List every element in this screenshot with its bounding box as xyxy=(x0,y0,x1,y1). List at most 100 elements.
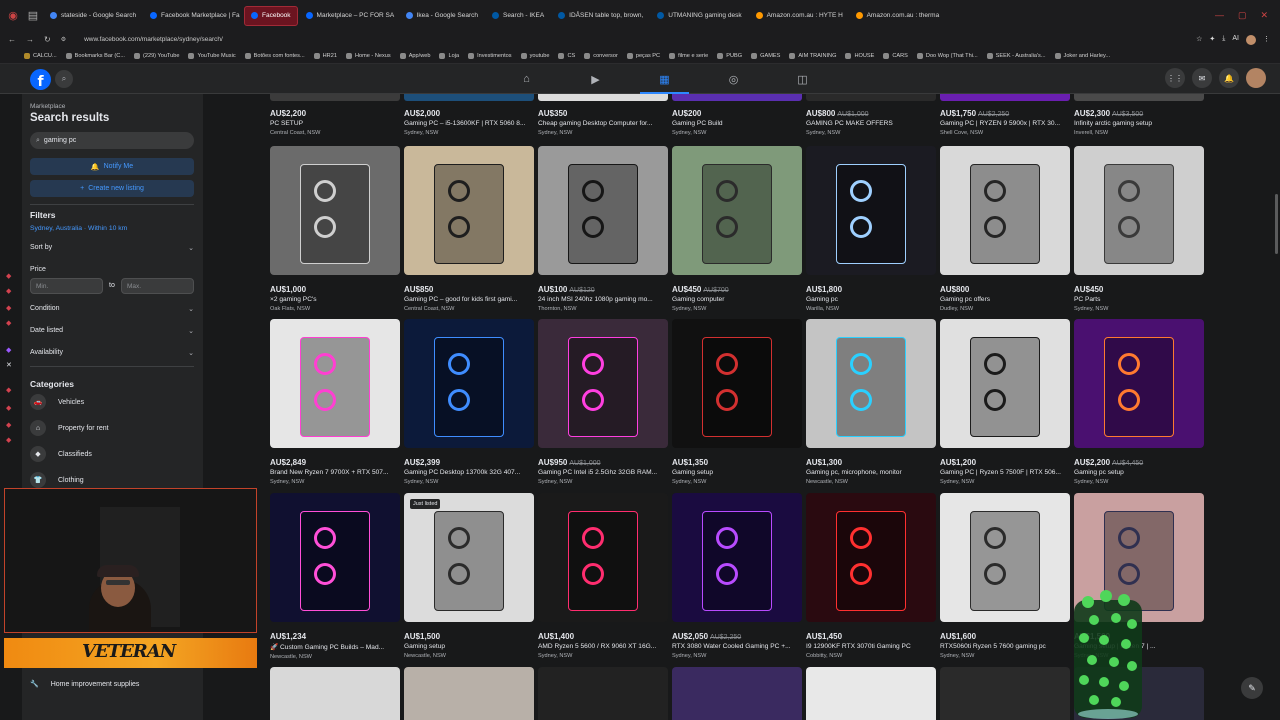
listing-card[interactable]: AU$2,200 AU$4,450 Gaming pc setup Sydney, N… xyxy=(1074,319,1204,485)
twitch-icon[interactable]: ◆ xyxy=(6,346,11,354)
bookmark-star-icon[interactable]: ☆ xyxy=(1196,35,1202,45)
messenger-icon[interactable]: ✉ xyxy=(1192,68,1212,88)
listing-image[interactable] xyxy=(1074,94,1204,101)
listing-card[interactable]: AU$2,849 Brand New Ryzen 7 9700X + RTX 50… xyxy=(270,319,400,485)
bookmark-item[interactable]: CARS xyxy=(883,52,908,59)
gaming-icon[interactable]: ◫ xyxy=(768,64,837,94)
groups-icon[interactable]: ◎ xyxy=(699,64,768,94)
strip-icon[interactable]: ◆ xyxy=(6,287,11,295)
listing-image[interactable] xyxy=(940,319,1070,448)
facebook-logo-icon[interactable]: f xyxy=(30,69,51,90)
bookmark-item[interactable]: (229) YouTube xyxy=(133,52,179,59)
strip-icon[interactable]: ◆ xyxy=(6,319,11,327)
browser-tab[interactable]: Amazon.com.au : therma xyxy=(850,6,946,26)
strip-icon[interactable]: ◆ xyxy=(6,436,11,444)
listing-card[interactable]: AU$1,200 Gaming PC | Ryzen 5 7500F | RTX … xyxy=(940,319,1070,485)
bookmark-item[interactable]: HOUSE xyxy=(845,52,874,59)
bookmark-item[interactable]: Loja xyxy=(439,52,459,59)
bookmark-item[interactable]: Bookmarks Bar (C... xyxy=(65,52,125,59)
maximize-icon[interactable]: ▢ xyxy=(1238,10,1247,21)
listing-image[interactable] xyxy=(806,493,936,622)
close-icon[interactable]: ✕ xyxy=(1260,10,1268,21)
listing-image[interactable]: Just listed xyxy=(404,493,534,622)
browser-tab[interactable]: Marketplace – PC FOR SA xyxy=(300,6,398,26)
breadcrumb[interactable]: Marketplace xyxy=(30,103,65,110)
profile-avatar[interactable] xyxy=(1246,34,1256,45)
listing-image[interactable] xyxy=(538,146,668,275)
listing-card[interactable]: AU$950 AU$1,000 Gaming PC Intel i5 2.5Ghz … xyxy=(538,319,668,485)
category-item[interactable]: ◆ Classifieds xyxy=(30,446,92,462)
bookmark-item[interactable]: AIM TRAINING xyxy=(789,52,836,59)
location-filter[interactable]: Sydney, Australia · Within 10 km xyxy=(30,225,127,232)
browser-tab[interactable]: IDÅSEN table top, brown, xyxy=(552,6,649,26)
listing-card[interactable]: AU$1,750 AU$2,250 Gaming PC | RYZEN 9 5900… xyxy=(940,94,1070,136)
listing-image[interactable] xyxy=(940,94,1070,101)
listing-image[interactable] xyxy=(404,667,534,720)
url-field[interactable]: www.facebook.com/marketplace/sydney/sear… xyxy=(84,36,223,43)
bookmark-item[interactable]: filme e serie xyxy=(669,52,708,59)
site-info-icon[interactable]: ⚙ xyxy=(61,36,66,43)
availability-dropdown[interactable]: Availability ⌄ xyxy=(30,349,194,357)
listing-image[interactable] xyxy=(270,94,400,101)
listing-card[interactable]: AU$450 PC Parts Sydney, NSW xyxy=(1074,146,1204,312)
listing-image[interactable] xyxy=(806,146,936,275)
category-item[interactable]: 👕 Clothing xyxy=(30,472,84,488)
bookmark-item[interactable]: HR21 xyxy=(313,52,337,59)
bookmark-item[interactable]: peças PC xyxy=(626,52,660,59)
listing-card[interactable]: AU$2,200 PC SETUP Central Coast, NSW xyxy=(270,94,400,136)
category-item[interactable]: ⌂ Property for rent xyxy=(30,420,109,436)
category-item[interactable]: 🚗 Vehicles xyxy=(30,394,84,410)
compose-icon[interactable]: ✎ xyxy=(1241,677,1263,699)
strip-icon[interactable]: ◆ xyxy=(6,421,11,429)
bookmark-item[interactable]: CALCU... xyxy=(24,52,57,59)
listing-image[interactable] xyxy=(538,94,668,101)
video-icon[interactable]: ▶ xyxy=(561,64,630,94)
listing-card[interactable]: AU$1,450 I9 12900KF RTX 3070ti Gaming PC C… xyxy=(806,493,936,659)
back-icon[interactable]: ← xyxy=(8,35,16,44)
search-icon[interactable]: ⌕ xyxy=(55,70,73,88)
strip-icon[interactable]: ◆ xyxy=(6,386,11,394)
listing-image[interactable] xyxy=(404,94,534,101)
browser-tab[interactable]: Search - IKEA xyxy=(486,6,550,26)
tab-actions-icon[interactable]: ▤ xyxy=(24,7,42,25)
listing-image[interactable] xyxy=(672,146,802,275)
listing-card[interactable]: AU$450 AU$700 Gaming computer Sydney, NSW xyxy=(672,146,802,312)
price-min-input[interactable]: Min. xyxy=(30,278,103,294)
reload-icon[interactable]: ↻ xyxy=(44,35,51,44)
minimize-icon[interactable]: — xyxy=(1215,10,1224,21)
listing-card[interactable]: Just listed AU$1,500 Gaming setup Newcastle… xyxy=(404,493,534,659)
listing-image[interactable] xyxy=(672,493,802,622)
menu-grid-icon[interactable]: ⋮⋮ xyxy=(1165,68,1185,88)
sort-by-dropdown[interactable]: Sort by ⌄ xyxy=(30,244,194,252)
bookmark-item[interactable]: YouTube Music xyxy=(188,52,236,59)
x-icon[interactable]: ✕ xyxy=(6,361,12,369)
download-icon[interactable]: ⤓ xyxy=(1222,35,1225,45)
bookmark-item[interactable]: App/web xyxy=(399,52,430,59)
listing-image[interactable] xyxy=(538,319,668,448)
bookmark-item[interactable]: Botões com fontes... xyxy=(244,52,305,59)
listing-card[interactable]: AU$1,000 ×2 gaming PC's Oak Flats, NSW xyxy=(270,146,400,312)
bookmark-item[interactable]: SEEK - Australia's... xyxy=(986,52,1046,59)
listing-card[interactable]: AU$1,800 Gaming pc Warilla, NSW xyxy=(806,146,936,312)
price-max-input[interactable]: Max. xyxy=(121,278,194,294)
bookmark-item[interactable]: PUBG xyxy=(717,52,742,59)
listing-card[interactable]: AU$850 Gaming PC – good for kids first ga… xyxy=(404,146,534,312)
listing-image[interactable] xyxy=(538,493,668,622)
strip-icon[interactable]: ◆ xyxy=(6,304,11,312)
listing-image[interactable] xyxy=(672,319,802,448)
create-listing-button[interactable]: + Create new listing xyxy=(30,180,194,197)
scrollbar[interactable] xyxy=(1275,194,1278,254)
notify-me-button[interactable]: 🔔 Notify Me xyxy=(30,158,194,175)
listing-card[interactable]: AU$1,400 AMD Ryzen 5 5600 / RX 9060 XT 16… xyxy=(538,493,668,659)
listing-image[interactable] xyxy=(806,667,936,720)
listing-image[interactable] xyxy=(1074,146,1204,275)
strip-icon[interactable]: ◆ xyxy=(6,404,11,412)
listing-card[interactable]: AU$2,399 Gaming PC Desktop 13700k 32G 407… xyxy=(404,319,534,485)
listing-image[interactable] xyxy=(1074,319,1204,448)
listing-image[interactable] xyxy=(270,146,400,275)
listing-card[interactable]: AU$800 Gaming pc offers Dudley, NSW xyxy=(940,146,1070,312)
forward-icon[interactable]: → xyxy=(26,35,34,44)
browser-tab[interactable]: Ikea - Google Search xyxy=(400,6,484,26)
account-avatar[interactable] xyxy=(1246,68,1266,88)
listing-card[interactable]: AU$200 Gaming PC Build Sydney, NSW xyxy=(672,94,802,136)
